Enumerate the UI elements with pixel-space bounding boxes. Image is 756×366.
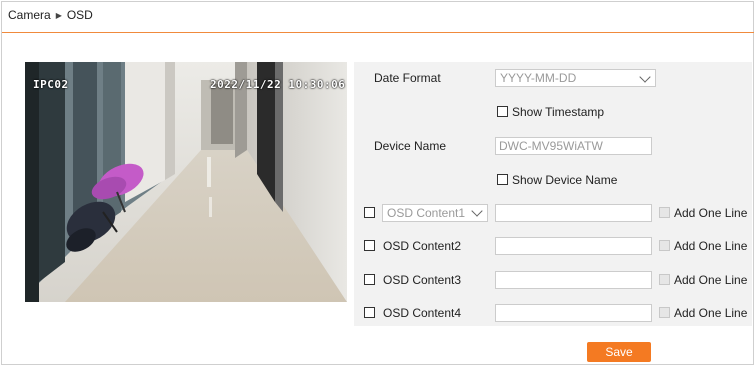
device-name-input[interactable]: DWC-MV95WiATW <box>495 137 652 155</box>
osd-content4-add-line-checkbox[interactable] <box>659 307 670 318</box>
osd-content2-text-input[interactable] <box>495 237 652 255</box>
show-timestamp-checkbox[interactable] <box>497 106 508 117</box>
show-device-name-label: Show Device Name <box>512 173 618 187</box>
osd-content3-add-line-checkbox[interactable] <box>659 274 670 285</box>
video-preview: IPC02 2022/11/22 10:30:06 <box>25 62 347 302</box>
osd-content3-checkbox[interactable] <box>364 274 375 285</box>
osd-content1-select[interactable]: OSD Content1 <box>382 204 488 222</box>
show-device-name-checkbox[interactable] <box>497 174 508 185</box>
osd-content1-select-value: OSD Content1 <box>387 206 466 220</box>
osd-content4-add-line-label: Add One Line <box>674 306 748 320</box>
camera-scene-image <box>25 62 347 302</box>
date-format-select[interactable]: YYYY-MM-DD <box>495 69 656 87</box>
osd-content2-add-line-label: Add One Line <box>674 239 748 253</box>
osd-content1-add-line-checkbox[interactable] <box>659 207 670 218</box>
chevron-down-icon <box>639 71 651 83</box>
date-format-value: YYYY-MM-DD <box>500 71 577 85</box>
osd-content4-checkbox[interactable] <box>364 307 375 318</box>
breadcrumb-parent[interactable]: Camera <box>8 8 51 22</box>
device-name-label: Device Name <box>374 139 447 153</box>
save-button[interactable]: Save <box>587 342 651 362</box>
osd-content1-add-line-label: Add One Line <box>674 206 748 220</box>
triangle-right-icon: ▶ <box>55 11 62 20</box>
osd-content4-label: OSD Content4 <box>383 306 462 320</box>
osd-content2-checkbox[interactable] <box>364 240 375 251</box>
osd-content3-text-input[interactable] <box>495 271 652 289</box>
breadcrumb-current: OSD <box>66 8 93 22</box>
osd-content3-label: OSD Content3 <box>383 273 462 287</box>
osd-channel-text: IPC02 <box>33 78 69 91</box>
chevron-down-icon <box>471 205 483 217</box>
osd-content2-label: OSD Content2 <box>383 239 462 253</box>
breadcrumb: Camera ▶ OSD <box>8 6 93 24</box>
osd-content1-text-input[interactable] <box>495 204 652 222</box>
osd-content2-add-line-checkbox[interactable] <box>659 240 670 251</box>
show-timestamp-label: Show Timestamp <box>512 105 605 119</box>
osd-content4-text-input[interactable] <box>495 304 652 322</box>
osd-content1-checkbox[interactable] <box>364 207 375 218</box>
header-divider <box>2 32 754 33</box>
osd-content3-add-line-label: Add One Line <box>674 273 748 287</box>
date-format-label: Date Format <box>374 71 441 85</box>
osd-timestamp-text: 2022/11/22 10:30:06 <box>210 78 346 91</box>
